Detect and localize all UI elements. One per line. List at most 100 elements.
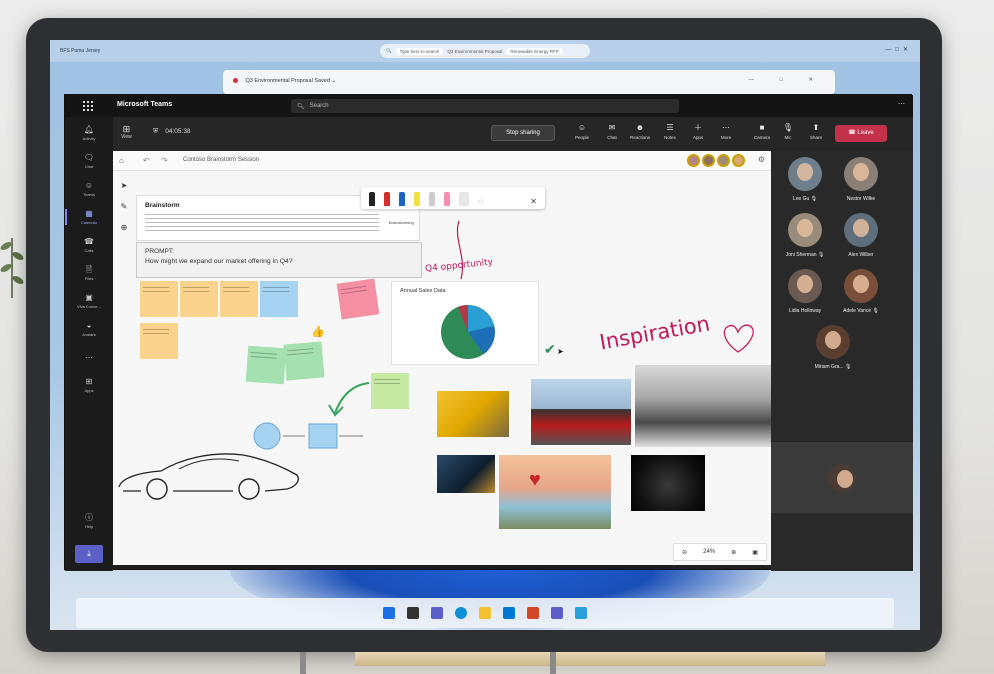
sticky-note[interactable] [336, 278, 380, 320]
start-icon[interactable] [383, 607, 395, 619]
search-icon: 🔍︎ [297, 103, 305, 110]
reactions-button[interactable]: ☻ Reactions [625, 123, 655, 140]
desktop-screen: BFS Puma Jersey 🔍 Type here to search Q3… [50, 40, 920, 630]
stop-sharing-button[interactable]: Stop sharing [491, 125, 555, 141]
photo-yellow-car[interactable] [437, 391, 509, 437]
highlighter-icon[interactable] [414, 192, 420, 206]
undo-icon[interactable]: ↶ [143, 156, 150, 165]
participants-panel: Lee Gu 🎙︎ Nestor Wilke Joni Sherman 🎙︎ A… [771, 151, 913, 571]
bg-window-title: Q3 Environmental Proposal Saved ⌄ [245, 78, 337, 84]
app-launcher-icon[interactable] [83, 101, 93, 111]
avatar [717, 154, 730, 167]
rail-apps[interactable]: ⊞ Apps [65, 377, 113, 393]
rail-chat[interactable]: 🗨︎ Chat [65, 153, 113, 169]
participant-tile[interactable]: Lee Gu 🎙︎ [775, 157, 835, 202]
blue-pen-icon[interactable] [399, 192, 405, 206]
bg-window-controls[interactable]: — □ ✕ [749, 77, 826, 83]
participant-tile[interactable]: Nestor Wilke [831, 157, 891, 202]
sticky-note[interactable] [283, 341, 325, 381]
sticky-note[interactable] [180, 281, 218, 317]
zoom-out-icon[interactable]: ⊖ [682, 549, 687, 556]
photo-speedometer[interactable] [631, 455, 705, 511]
leave-button[interactable]: ☎ Leave [835, 125, 887, 142]
sticky-note[interactable] [260, 281, 298, 317]
chat-app-icon[interactable] [431, 607, 443, 619]
more-button[interactable]: ⋯ More [711, 123, 741, 140]
pen-tool-icon[interactable]: ✎ [121, 202, 128, 211]
inspiration-note: Inspiration [597, 311, 712, 355]
background-window[interactable]: Q3 Environmental Proposal Saved ⌄ — □ ✕ [223, 70, 835, 94]
chat-button[interactable]: ✉ Chat [597, 123, 627, 140]
pink-pen-icon[interactable] [444, 192, 450, 206]
edge-icon[interactable] [455, 607, 467, 619]
avatar [788, 269, 822, 303]
rail-help[interactable]: ⓘ Help [65, 513, 113, 529]
prompt-label: PROMPT: [145, 248, 174, 255]
gear-icon[interactable]: ⚙ [758, 155, 765, 164]
os-tab-2[interactable]: Renewable Energy RFP [506, 47, 563, 55]
rail-avatars[interactable]: ◒ Avatars [65, 321, 113, 337]
photo-heart-balloon-car[interactable]: ♥ [499, 455, 611, 529]
teams-app-icon[interactable] [551, 607, 563, 619]
os-window-controls[interactable]: —□✕ [885, 46, 912, 53]
os-search-bar[interactable]: 🔍 Type here to search Q3 Environmental P… [380, 44, 590, 58]
zoom-in-icon[interactable]: ⊕ [731, 549, 736, 556]
fit-screen-icon[interactable]: ▣ [752, 549, 758, 556]
people-button[interactable]: ☺ People [567, 123, 597, 140]
close-icon[interactable]: ✕ [530, 197, 537, 206]
select-tool-icon[interactable]: ➤ [121, 181, 128, 190]
rail-files[interactable]: 🗎︎ Files [65, 265, 113, 281]
more-options-icon[interactable]: ⋯ [898, 100, 905, 108]
whiteboard-canvas[interactable]: ⌂ ↶ ↷ Contoso Brainstorm Session ⚙ ➤ ✎ ⊕… [113, 151, 771, 565]
thumbs-up-icon[interactable]: 👍 [311, 325, 325, 338]
apps-icon: ⊞ [85, 377, 93, 386]
black-pen-icon[interactable] [369, 192, 375, 206]
photo-fuel-nozzle[interactable] [437, 455, 495, 493]
redo-icon[interactable]: ↷ [161, 156, 168, 165]
avatar [702, 154, 715, 167]
store-icon[interactable] [503, 607, 515, 619]
sticky-note[interactable] [245, 345, 287, 385]
download-button[interactable]: ⤓ [75, 545, 103, 563]
add-tool-icon[interactable]: ⊕ [121, 223, 128, 232]
rail-viva[interactable]: ▣ Viva Conne... [65, 293, 113, 309]
prompt-card[interactable]: PROMPT: How might we expand our market o… [136, 242, 422, 278]
mic-muted-icon: 🎙︎ [810, 196, 818, 202]
sales-chart-card[interactable]: Annual Sales Data [391, 281, 539, 365]
sticky-note[interactable] [140, 281, 178, 317]
calendar-app-icon[interactable] [575, 607, 587, 619]
powerpoint-app-icon[interactable] [527, 607, 539, 619]
rail-calls[interactable]: ☎ Calls [65, 237, 113, 253]
meeting-toolbar: ⊞ View ⛨ 04:05:38 Stop sharing ☺ People ✉ Ch… [113, 117, 913, 151]
participant-tile[interactable]: Alex Wilber [831, 213, 891, 258]
participant-tile[interactable]: Miriam Gra... 🎙︎ [803, 325, 863, 370]
os-tab-1[interactable]: Q3 Environmental Proposal [447, 49, 502, 54]
view-button[interactable]: ⊞ View [121, 124, 132, 140]
rail-teams[interactable]: ☺ Teams [65, 181, 113, 197]
home-icon[interactable]: ⌂ [119, 156, 124, 165]
lasso-icon[interactable]: ◌ [478, 197, 483, 206]
rail-calendar[interactable]: ▦ Calendar [65, 209, 113, 225]
mic-button[interactable]: 🎙︎ Mic [773, 123, 803, 140]
photo-vintage-car[interactable] [635, 365, 771, 447]
participant-tile[interactable]: Lidia Holloway [775, 269, 835, 314]
annotation-arrow-down [456, 220, 464, 280]
participant-tile[interactable]: Adele Vance 🎙︎ [831, 269, 891, 314]
eraser-icon[interactable] [459, 192, 469, 206]
participant-tile[interactable]: Joni Sherman 🎙︎ [775, 213, 835, 258]
notes-button[interactable]: ☰ Notes [655, 123, 685, 140]
rail-more[interactable]: ⋯ [65, 353, 113, 364]
photo-race-car[interactable] [531, 379, 631, 445]
rail-activity[interactable]: 🔔︎ Activity [65, 125, 113, 141]
sticky-note[interactable] [140, 323, 178, 359]
teams-search-input[interactable]: 🔍︎ Search [291, 99, 679, 113]
file-explorer-icon[interactable] [479, 607, 491, 619]
self-view-tile[interactable] [771, 441, 913, 513]
monitor-stand [300, 652, 680, 674]
apps-button[interactable]: ＋ Apps [683, 123, 713, 140]
share-button[interactable]: ⬆ Share [801, 123, 831, 140]
sticky-note[interactable] [220, 281, 258, 317]
red-pen-icon[interactable] [384, 192, 390, 206]
white-pen-icon[interactable] [429, 192, 435, 206]
task-view-icon[interactable] [407, 607, 419, 619]
